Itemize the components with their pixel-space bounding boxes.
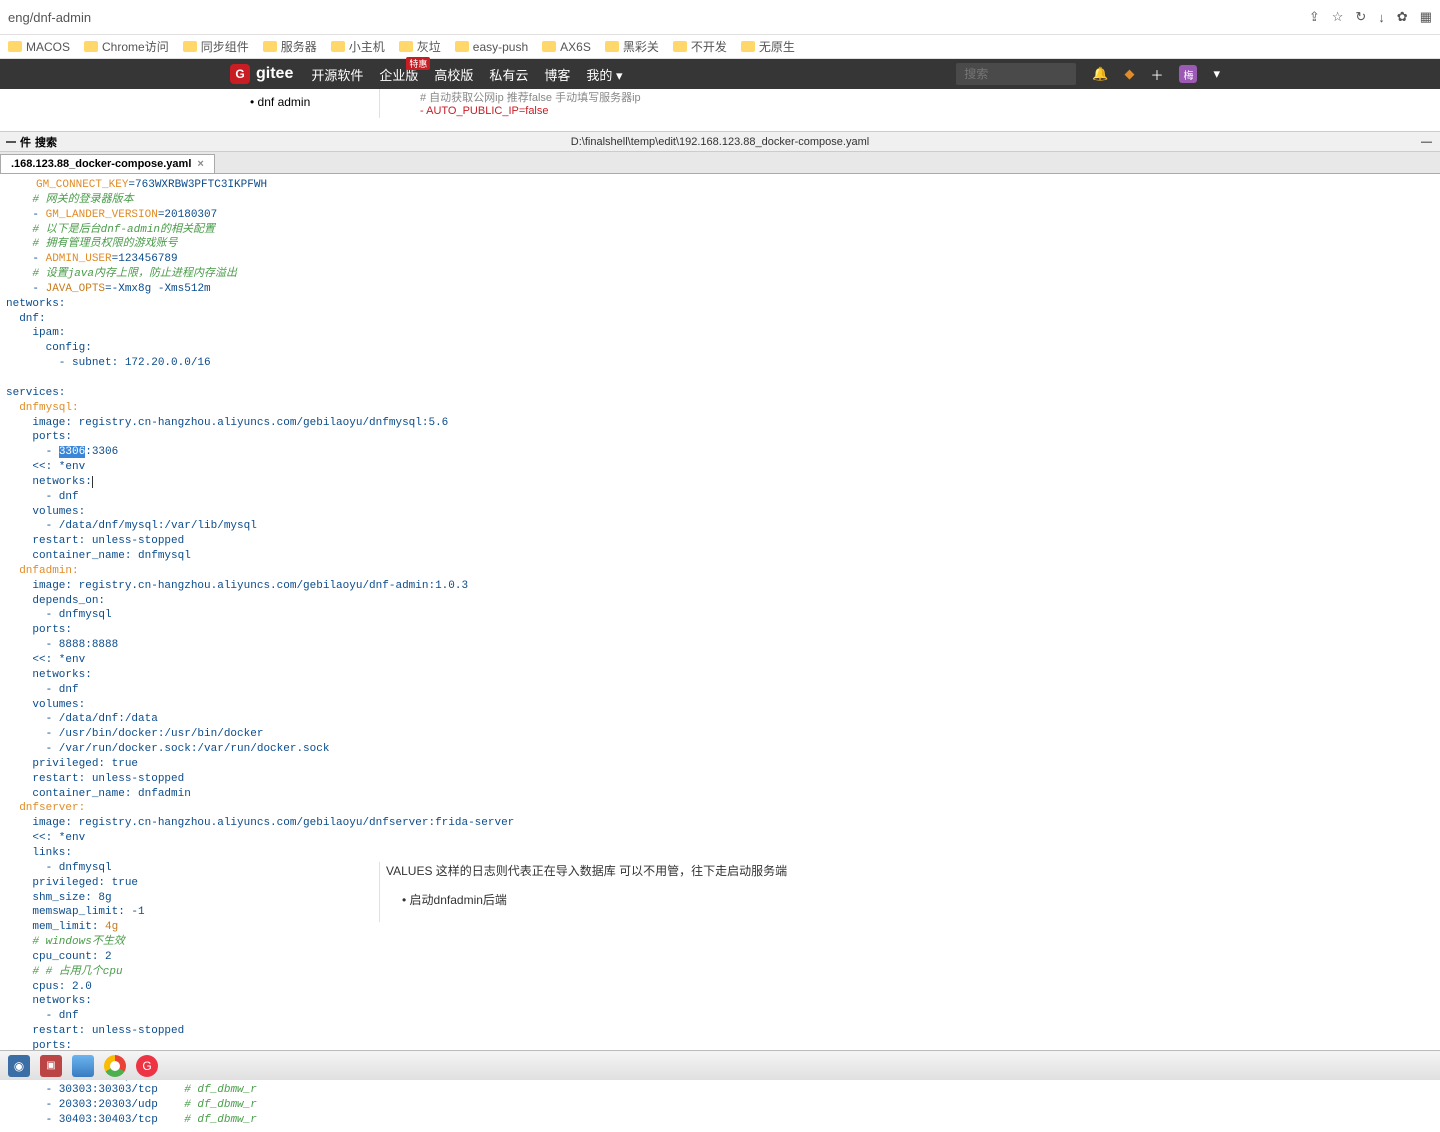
bookmark-item[interactable]: 无原生 xyxy=(741,38,795,55)
taskbar: ◉ ▣ G xyxy=(0,1050,1440,1080)
bookmarks-bar: MACOS Chrome访问 同步组件 服务器 小主机 灰垃 easy-push… xyxy=(0,35,1440,59)
avatar-caret[interactable]: ▾ xyxy=(1213,66,1220,82)
nav-blog[interactable]: 博客 xyxy=(544,65,570,84)
badge-hot: 特惠 xyxy=(406,57,430,70)
nav-enterprise[interactable]: 企业版特惠 xyxy=(379,65,418,84)
folder-icon xyxy=(605,41,619,52)
folder-icon xyxy=(542,41,556,52)
bookmark-item[interactable]: 黑彩关 xyxy=(605,38,659,55)
bookmark-item[interactable]: easy-push xyxy=(455,40,528,54)
folder-icon xyxy=(673,41,687,52)
folder-icon xyxy=(183,41,197,52)
folder-icon xyxy=(84,41,98,52)
task-icon-1[interactable]: ◉ xyxy=(8,1055,30,1077)
share-icon[interactable]: ⇪ xyxy=(1309,9,1320,25)
star-icon[interactable]: ☆ xyxy=(1332,9,1344,25)
code-area[interactable]: GM_CONNECT_KEY=763WXRBW3PFTC3IKPFWH # 网关… xyxy=(0,174,1440,1132)
editor-titlebar: D:\finalshell\temp\edit\192.168.123.88_d… xyxy=(0,132,1440,152)
nav-edu[interactable]: 高校版 xyxy=(434,65,473,84)
nav-opensource[interactable]: 开源软件 xyxy=(311,65,363,84)
folder-icon xyxy=(455,41,469,52)
peek-auto-line: - AUTO_PUBLIC_IP=false xyxy=(420,105,1440,117)
editor-tab[interactable]: .168.123.88_docker-compose.yaml × xyxy=(0,154,215,173)
folder-icon xyxy=(741,41,755,52)
editor-window: D:\finalshell\temp\edit\192.168.123.88_d… xyxy=(0,131,1440,857)
bottom-text-2: • 启动dnfadmin后端 xyxy=(386,891,1440,908)
bookmark-item[interactable]: MACOS xyxy=(8,40,70,54)
browser-url-bar: eng/dnf-admin ⇪ ☆ ↻ ↓ ✿ ▦ xyxy=(0,0,1440,35)
editor-filepath: D:\finalshell\temp\edit\192.168.123.88_d… xyxy=(0,136,1440,148)
bookmark-item[interactable]: 小主机 xyxy=(331,38,385,55)
gitee-logo[interactable]: G gitee xyxy=(230,64,293,84)
editor-tabs: .168.123.88_docker-compose.yaml × xyxy=(0,152,1440,174)
bottom-peek: VALUES 这样的日志则代表正在导入数据库 可以不用管，往下走启动服务端 • … xyxy=(0,862,1440,922)
folder-icon xyxy=(331,41,345,52)
folder-icon xyxy=(8,41,22,52)
bookmark-item[interactable]: AX6S xyxy=(542,40,591,54)
refresh-icon[interactable]: ↻ xyxy=(1355,9,1366,25)
avatar[interactable]: 梅 xyxy=(1179,65,1197,83)
gitee-logo-text: gitee xyxy=(256,65,293,83)
tab-label: .168.123.88_docker-compose.yaml xyxy=(11,158,191,170)
bookmark-item[interactable]: 同步组件 xyxy=(183,38,249,55)
folder-icon xyxy=(263,41,277,52)
puzzle-icon[interactable]: ✿ xyxy=(1397,9,1408,25)
nav-private[interactable]: 私有云 xyxy=(489,65,528,84)
task-chrome-icon[interactable] xyxy=(104,1055,126,1077)
ext-icon[interactable]: ▦ xyxy=(1420,9,1432,25)
peek-comment: # 自动获取公网ip 推荐false 手动填写服务器ip xyxy=(420,89,1440,105)
content-peek: dnf admin # 自动获取公网ip 推荐false 手动填写服务器ip -… xyxy=(0,89,1440,118)
task-icon-5[interactable]: G xyxy=(136,1055,158,1077)
bottom-text-1: VALUES 这样的日志则代表正在导入数据库 可以不用管，往下走启动服务端 xyxy=(386,862,1440,879)
bookmark-item[interactable]: Chrome访问 xyxy=(84,38,169,55)
bookmark-item[interactable]: 灰垃 xyxy=(399,38,441,55)
download-icon[interactable]: ↓ xyxy=(1378,10,1385,25)
task-icon-2[interactable]: ▣ xyxy=(40,1055,62,1077)
gitee-header: G gitee 开源软件 企业版特惠 高校版 私有云 博客 我的 ▾ 🔔 ◆ ＋… xyxy=(0,59,1440,89)
sidebar-item[interactable]: dnf admin xyxy=(250,95,310,109)
task-icon-3[interactable] xyxy=(72,1055,94,1077)
search-input[interactable] xyxy=(956,63,1076,85)
bookmark-item[interactable]: 服务器 xyxy=(263,38,317,55)
activity-icon[interactable]: ◆ xyxy=(1124,66,1134,82)
nav-mine[interactable]: 我的 ▾ xyxy=(586,65,622,84)
add-icon[interactable]: ＋ xyxy=(1150,65,1163,84)
gitee-logo-icon: G xyxy=(230,64,250,84)
bookmark-item[interactable]: 不开发 xyxy=(673,38,727,55)
url-display[interactable]: eng/dnf-admin xyxy=(8,10,1309,25)
folder-icon xyxy=(399,41,413,52)
tab-close-icon[interactable]: × xyxy=(197,158,203,170)
bell-icon[interactable]: 🔔 xyxy=(1092,66,1108,82)
